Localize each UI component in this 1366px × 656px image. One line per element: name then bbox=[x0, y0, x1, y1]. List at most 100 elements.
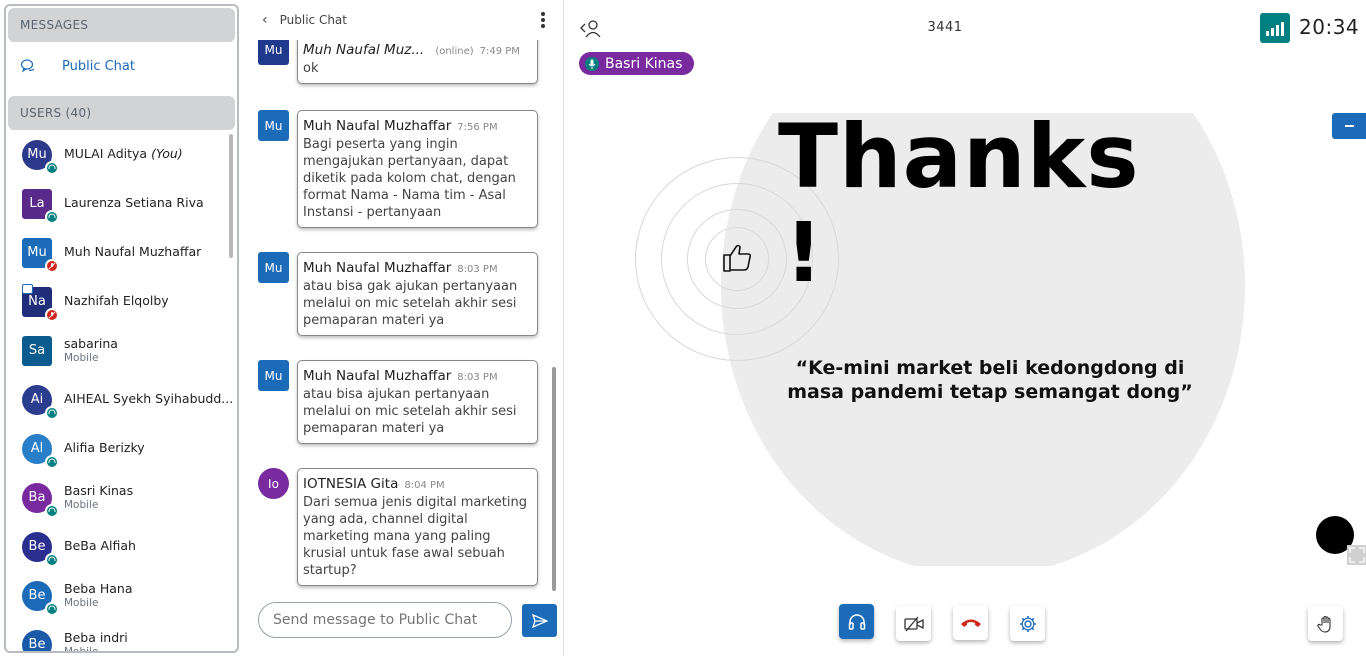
avatar-initials: Mu bbox=[264, 260, 283, 275]
avatar-initials: Ai bbox=[30, 392, 44, 407]
user-list: Mu MULAI Aditya (You) La Laurenza Setiana R… bbox=[6, 130, 237, 651]
user-name: Laurenza Setiana Riva bbox=[64, 195, 204, 211]
chat-header[interactable]: ‹ Public Chat bbox=[244, 0, 563, 40]
avatar: La bbox=[22, 188, 59, 224]
user-name: Beba indri bbox=[64, 630, 128, 646]
user-name: Muh Naufal Muzhaffar bbox=[64, 244, 202, 260]
avatar-initials: Io bbox=[268, 476, 279, 491]
avatar: Mu bbox=[258, 360, 289, 391]
message-list: Mu Muh Naufal Muz... (online) 7:49 PM ok Mu M… bbox=[244, 40, 554, 592]
muted-mic-icon bbox=[45, 258, 59, 273]
message-bubble: Muh Naufal Muzhaffar 7:56 PM Bagi peserta … bbox=[297, 110, 538, 228]
message-time: 7:56 PM bbox=[457, 122, 498, 133]
presentation-area: 3441 20:34 Basri Kinas Thanks ! “Ke-mini… bbox=[565, 0, 1366, 656]
video-button[interactable] bbox=[896, 606, 931, 641]
avatar: Be bbox=[22, 531, 59, 567]
chat-message: Mu Muh Naufal Muz... (online) 7:49 PM ok bbox=[258, 40, 538, 84]
chat-icon bbox=[20, 59, 35, 73]
message-text: atau bisa ajukan pertanyaan melalui on m… bbox=[303, 387, 517, 436]
message-text: atau bisa gak ajukan pertanyaan melalui … bbox=[303, 279, 518, 328]
slide-title: Thanks bbox=[778, 113, 1140, 208]
user-list-item[interactable]: Al Alifia Berizky bbox=[6, 424, 237, 473]
public-chat-label: Public Chat bbox=[62, 58, 135, 74]
user-info: MULAI Aditya (You) bbox=[64, 147, 183, 161]
message-time: 8:03 PM bbox=[457, 264, 498, 275]
user-list-toggle-icon[interactable] bbox=[580, 18, 602, 38]
message-bubble: IOTNESIA Gita 8:04 PM Dari semua jenis dig… bbox=[297, 468, 538, 586]
user-info: Basri Kinas Mobile bbox=[64, 484, 133, 511]
user-list-panel: MESSAGES Public Chat USERS (40) Mu MULAI … bbox=[4, 4, 239, 653]
headphones-icon bbox=[45, 503, 59, 518]
avatar: Mu bbox=[258, 40, 289, 65]
message-bubble: Muh Naufal Muzhaffar 8:03 PM atau bisa aju… bbox=[297, 360, 538, 444]
message-bubble: Muh Naufal Muzhaffar 8:03 PM atau bisa gak… bbox=[297, 252, 538, 336]
headphones-icon bbox=[45, 454, 59, 469]
avatar-initials: Mu bbox=[27, 147, 47, 162]
user-name: BeBa Alfiah bbox=[64, 538, 136, 554]
headphones-icon bbox=[45, 209, 59, 224]
fullscreen-icon[interactable] bbox=[1347, 545, 1366, 565]
headphones-icon bbox=[45, 601, 59, 616]
user-list-item[interactable]: La Laurenza Setiana Riva bbox=[6, 179, 237, 228]
user-list-item[interactable]: Be Beba Hana Mobile bbox=[6, 571, 237, 620]
sender-name: IOTNESIA Gita bbox=[303, 476, 399, 492]
message-time: 7:49 PM bbox=[479, 46, 520, 57]
leave-audio-button[interactable] bbox=[953, 605, 988, 640]
chat-scrollbar[interactable] bbox=[552, 367, 556, 591]
user-info: Beba Hana Mobile bbox=[64, 581, 133, 609]
chevron-left-icon[interactable]: ‹ bbox=[262, 12, 268, 28]
user-list-item[interactable]: Ba Basri Kinas Mobile bbox=[6, 473, 237, 522]
send-button[interactable] bbox=[522, 604, 557, 637]
message-text: Bagi peserta yang ingin mengajukan perta… bbox=[303, 137, 516, 220]
headphones-icon bbox=[45, 650, 59, 651]
you-tag: (You) bbox=[151, 146, 183, 162]
talking-indicator[interactable]: Basri Kinas bbox=[579, 52, 695, 75]
user-list-item[interactable]: Ai AIHEAL Syekh Syihabudd... bbox=[6, 375, 237, 424]
connection-status-icon[interactable] bbox=[1260, 13, 1290, 43]
user-info: Laurenza Setiana Riva bbox=[64, 196, 204, 210]
gear-icon bbox=[1019, 615, 1036, 632]
minimize-presentation-button[interactable] bbox=[1332, 113, 1366, 139]
avatar-initials: Mu bbox=[27, 245, 47, 260]
headphones-icon bbox=[45, 405, 59, 420]
avatar: Sa bbox=[22, 335, 52, 366]
more-options-icon[interactable] bbox=[541, 12, 545, 30]
user-list-item[interactable]: Be BeBa Alfiah bbox=[6, 522, 237, 571]
avatar-initials: Al bbox=[30, 441, 44, 456]
avatar-initials: La bbox=[29, 196, 45, 211]
hand-icon bbox=[1316, 615, 1331, 633]
raise-hand-button[interactable] bbox=[1308, 606, 1343, 641]
phone-hangup-icon bbox=[960, 619, 981, 627]
audio-button[interactable] bbox=[839, 604, 874, 639]
user-list-item[interactable]: Be Beba indri Mobile bbox=[6, 620, 237, 651]
meeting-title: 3441 bbox=[927, 20, 963, 35]
avatar: Ba bbox=[22, 482, 59, 518]
message-time: 8:04 PM bbox=[404, 480, 445, 491]
user-list-item[interactable]: Sa sabarina Mobile bbox=[6, 326, 237, 375]
user-list-item[interactable]: Mu Muh Naufal Muzhaffar bbox=[6, 228, 237, 277]
user-name: Beba Hana bbox=[64, 581, 133, 597]
avatar: Mu bbox=[258, 110, 289, 141]
sender-name: Muh Naufal Muzhaffar bbox=[303, 260, 452, 276]
chat-message-input[interactable] bbox=[258, 602, 512, 638]
chat-message: Mu Muh Naufal Muzhaffar 8:03 PM atau bisa a… bbox=[258, 360, 538, 444]
user-info: Alifia Berizky bbox=[64, 441, 145, 455]
user-list-item[interactable]: Mu MULAI Aditya (You) bbox=[6, 130, 237, 179]
sender-name: Muh Naufal Muzhaffar bbox=[303, 368, 452, 384]
user-name: MULAI Aditya bbox=[64, 146, 148, 162]
message-text: ok bbox=[303, 61, 319, 76]
presentation-slide: Thanks ! “Ke-mini market beli kedongdong… bbox=[565, 113, 1365, 566]
message-time: 8:03 PM bbox=[457, 372, 498, 383]
users-header: USERS (40) bbox=[8, 96, 235, 130]
clock: 20:34 bbox=[1299, 15, 1360, 39]
user-info: Muh Naufal Muzhaffar bbox=[64, 245, 201, 259]
settings-button[interactable] bbox=[1010, 606, 1045, 641]
user-device-label: Mobile bbox=[64, 351, 99, 364]
slide-quote: “Ke-mini market beli kedongdong di masa … bbox=[787, 357, 1193, 403]
public-chat-item[interactable]: Public Chat bbox=[6, 42, 237, 90]
avatar-initials: Mu bbox=[264, 368, 283, 383]
avatar-initials: Be bbox=[28, 588, 46, 603]
user-name: Nazhifah Elqolby bbox=[64, 293, 169, 309]
user-list-scrollbar[interactable] bbox=[229, 134, 233, 258]
user-list-item[interactable]: Na Nazhifah Elqolby bbox=[6, 277, 237, 326]
